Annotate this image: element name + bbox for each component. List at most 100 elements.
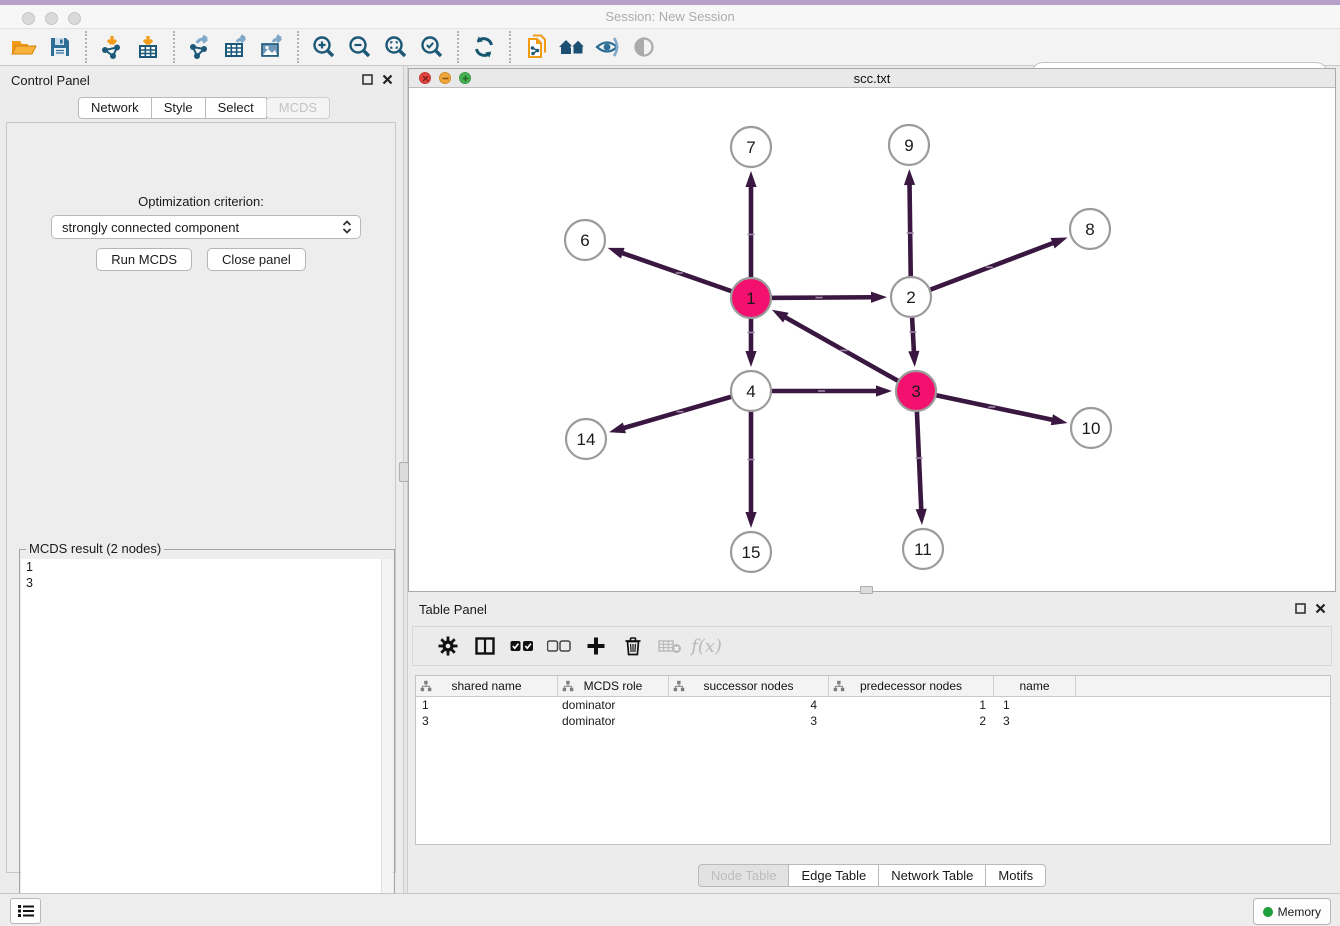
graph-edge-3-1[interactable] [784, 317, 916, 391]
table-row[interactable]: 3 dominator 3 2 3 [416, 713, 1330, 729]
export-table-button[interactable] [218, 30, 254, 64]
graphics-details-button[interactable] [590, 30, 626, 64]
delete-table-button [651, 629, 688, 663]
tab-motifs[interactable]: Motifs [986, 864, 1046, 887]
criterion-dropdown[interactable]: strongly connected component [51, 215, 361, 239]
graph-node-label: 1 [746, 289, 755, 308]
memory-status-icon [1263, 907, 1273, 917]
eye-slash-icon [594, 36, 622, 58]
tab-edge-table[interactable]: Edge Table [789, 864, 879, 887]
column-header-predecessor-nodes[interactable]: predecessor nodes [829, 676, 994, 696]
cell-name: 3 [994, 714, 1076, 728]
tab-network-table[interactable]: Network Table [879, 864, 986, 887]
network-canvas[interactable]: 7968124314101511 [409, 88, 1335, 591]
save-session-button[interactable] [42, 30, 78, 64]
unchecked-boxes-icon [547, 640, 571, 652]
column-header-name[interactable]: name [994, 676, 1076, 696]
control-panel-title: Control Panel [11, 73, 90, 88]
graph-edge-3-10[interactable] [916, 391, 1054, 420]
graph-edge-arrowhead [608, 248, 625, 259]
column-label: successor nodes [703, 679, 793, 693]
graph-node-label: 14 [577, 430, 596, 449]
show-graphics-button[interactable] [626, 30, 662, 64]
mcds-result-title: MCDS result (2 nodes) [26, 541, 164, 556]
column-label: predecessor nodes [860, 679, 962, 693]
export-image-button[interactable] [254, 30, 290, 64]
column-header-shared-name[interactable]: shared name [416, 676, 558, 696]
show-log-button[interactable] [10, 898, 41, 924]
function-builder-button: f(x) [688, 629, 725, 663]
tree-attribute-icon [673, 680, 685, 692]
float-panel-icon[interactable] [362, 74, 373, 85]
close-table-panel-icon[interactable] [1315, 603, 1326, 614]
tab-network[interactable]: Network [78, 97, 152, 119]
select-all-columns-button[interactable] [503, 629, 540, 663]
graph-edge-arrowhead [876, 385, 892, 396]
close-panel-button[interactable]: Close panel [207, 248, 306, 271]
open-session-button[interactable] [6, 30, 42, 64]
home-icon [557, 35, 587, 59]
network-file-button[interactable] [518, 30, 554, 64]
zoom-out-button[interactable] [342, 30, 378, 64]
control-panel-header: Control Panel [0, 66, 403, 94]
column-label: shared name [451, 679, 521, 693]
create-column-button[interactable] [577, 629, 614, 663]
table-row[interactable]: 1 dominator 4 1 1 [416, 697, 1330, 713]
network-window-titlebar[interactable]: scc.txt [409, 69, 1335, 88]
zoom-in-button[interactable] [306, 30, 342, 64]
graph-edge-2-8[interactable] [911, 242, 1054, 297]
table-panel: Table Panel [408, 595, 1336, 893]
table-panel-tabbar: Node Table Edge Table Network Table Moti… [408, 864, 1336, 887]
unselect-all-columns-button[interactable] [540, 629, 577, 663]
import-network-button[interactable] [94, 30, 130, 64]
graph-edge-arrowhead [772, 310, 789, 323]
export-table-icon [223, 34, 249, 60]
graph-node-label: 8 [1085, 220, 1094, 239]
table-header-row: shared name MCDS role [416, 676, 1330, 697]
table-settings-button[interactable] [429, 629, 466, 663]
cell-successor-nodes: 3 [669, 714, 829, 728]
list-icon [17, 903, 35, 919]
result-scrollbar[interactable] [381, 559, 393, 925]
window-title: Session: New Session [0, 9, 1340, 24]
network-table-divider-grip[interactable] [860, 586, 873, 594]
column-header-successor-nodes[interactable]: successor nodes [669, 676, 829, 696]
import-network-icon [99, 34, 125, 60]
delete-column-button[interactable] [614, 629, 651, 663]
apply-layout-button[interactable] [466, 30, 502, 64]
cell-name: 1 [994, 698, 1076, 712]
graph-edge-arrowhead [871, 292, 887, 303]
graph-edge-arrowhead [745, 351, 756, 367]
mcds-result-text[interactable]: 1 3 [21, 559, 393, 925]
cell-mcds-role: dominator [558, 698, 669, 712]
home-button[interactable] [554, 30, 590, 64]
trash-icon [624, 636, 642, 656]
toolbar-separator [173, 31, 175, 63]
tab-select[interactable]: Select [206, 97, 267, 119]
node-table[interactable]: shared name MCDS role [415, 675, 1331, 845]
toggle-column-pane-button[interactable] [466, 629, 503, 663]
eye-icon [631, 36, 657, 58]
tree-attribute-icon [562, 680, 574, 692]
control-panel: Control Panel Network Style Select MCDS … [0, 66, 403, 893]
graph-node-label: 4 [746, 382, 755, 401]
toolbar-separator [509, 31, 511, 63]
graph-edge-arrowhead [908, 351, 919, 367]
export-network-button[interactable] [182, 30, 218, 64]
memory-button[interactable]: Memory [1253, 898, 1331, 925]
zoom-in-icon [311, 34, 337, 60]
tab-node-table[interactable]: Node Table [698, 864, 790, 887]
graph-edge-arrowhead [745, 512, 756, 528]
tab-mcds[interactable]: MCDS [266, 97, 330, 119]
float-table-panel-icon[interactable] [1295, 603, 1306, 614]
import-table-button[interactable] [130, 30, 166, 64]
zoom-selected-button[interactable] [414, 30, 450, 64]
network-window-title: scc.txt [409, 71, 1335, 86]
run-mcds-button[interactable]: Run MCDS [96, 248, 192, 271]
zoom-fit-button[interactable] [378, 30, 414, 64]
tab-style[interactable]: Style [152, 97, 206, 119]
column-header-mcds-role[interactable]: MCDS role [558, 676, 669, 696]
cell-shared-name: 1 [416, 698, 558, 712]
save-floppy-icon [48, 35, 72, 59]
close-panel-icon[interactable] [382, 74, 393, 85]
